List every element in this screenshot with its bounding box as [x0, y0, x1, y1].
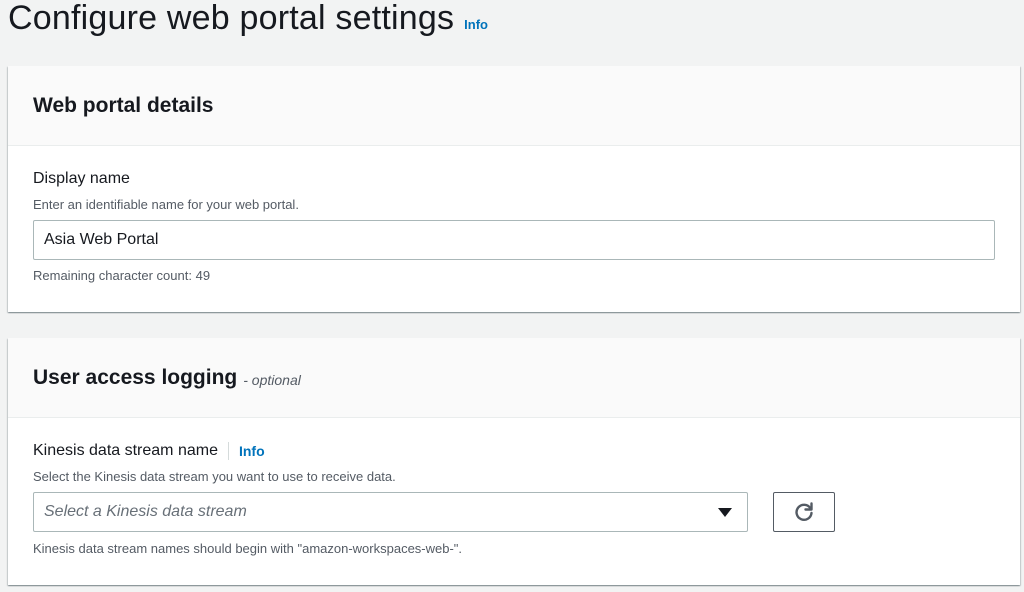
user-access-logging-title: User access logging — [33, 365, 238, 389]
optional-label: - optional — [243, 372, 301, 388]
user-access-logging-panel: User access logging - optional Kinesis d… — [8, 338, 1020, 585]
kinesis-description: Select the Kinesis data stream you want … — [33, 469, 396, 484]
refresh-button[interactable] — [773, 492, 835, 532]
web-portal-details-body: Display name Enter an identifiable name … — [8, 146, 1020, 311]
web-portal-details-panel: Web portal details Display name Enter an… — [8, 66, 1020, 312]
web-portal-details-header: Web portal details — [8, 66, 1020, 146]
web-portal-details-title: Web portal details — [33, 93, 214, 117]
page-title: Configure web portal settings — [8, 0, 455, 37]
kinesis-label-row: Kinesis data stream name Info — [33, 442, 265, 460]
page-info-link[interactable]: Info — [464, 17, 488, 32]
kinesis-select-placeholder: Select a Kinesis data stream — [44, 503, 247, 520]
refresh-icon — [795, 502, 813, 521]
kinesis-info-link[interactable]: Info — [239, 443, 265, 459]
user-access-logging-body: Kinesis data stream name Info Select the… — [8, 418, 1020, 584]
kinesis-stream-select[interactable]: Select a Kinesis data stream — [33, 492, 748, 532]
caret-down-icon — [718, 507, 732, 517]
display-name-label: Display name — [33, 170, 130, 187]
user-access-logging-header: User access logging - optional — [8, 338, 1020, 418]
display-name-char-count: Remaining character count: 49 — [33, 268, 211, 283]
display-name-input[interactable] — [33, 220, 995, 260]
kinesis-constraint: Kinesis data stream names should begin w… — [33, 541, 463, 556]
kinesis-label: Kinesis data stream name — [33, 442, 218, 459]
label-divider — [227, 442, 229, 460]
page-header: Configure web portal settings Info — [8, 0, 488, 40]
display-name-description: Enter an identifiable name for your web … — [33, 197, 299, 212]
